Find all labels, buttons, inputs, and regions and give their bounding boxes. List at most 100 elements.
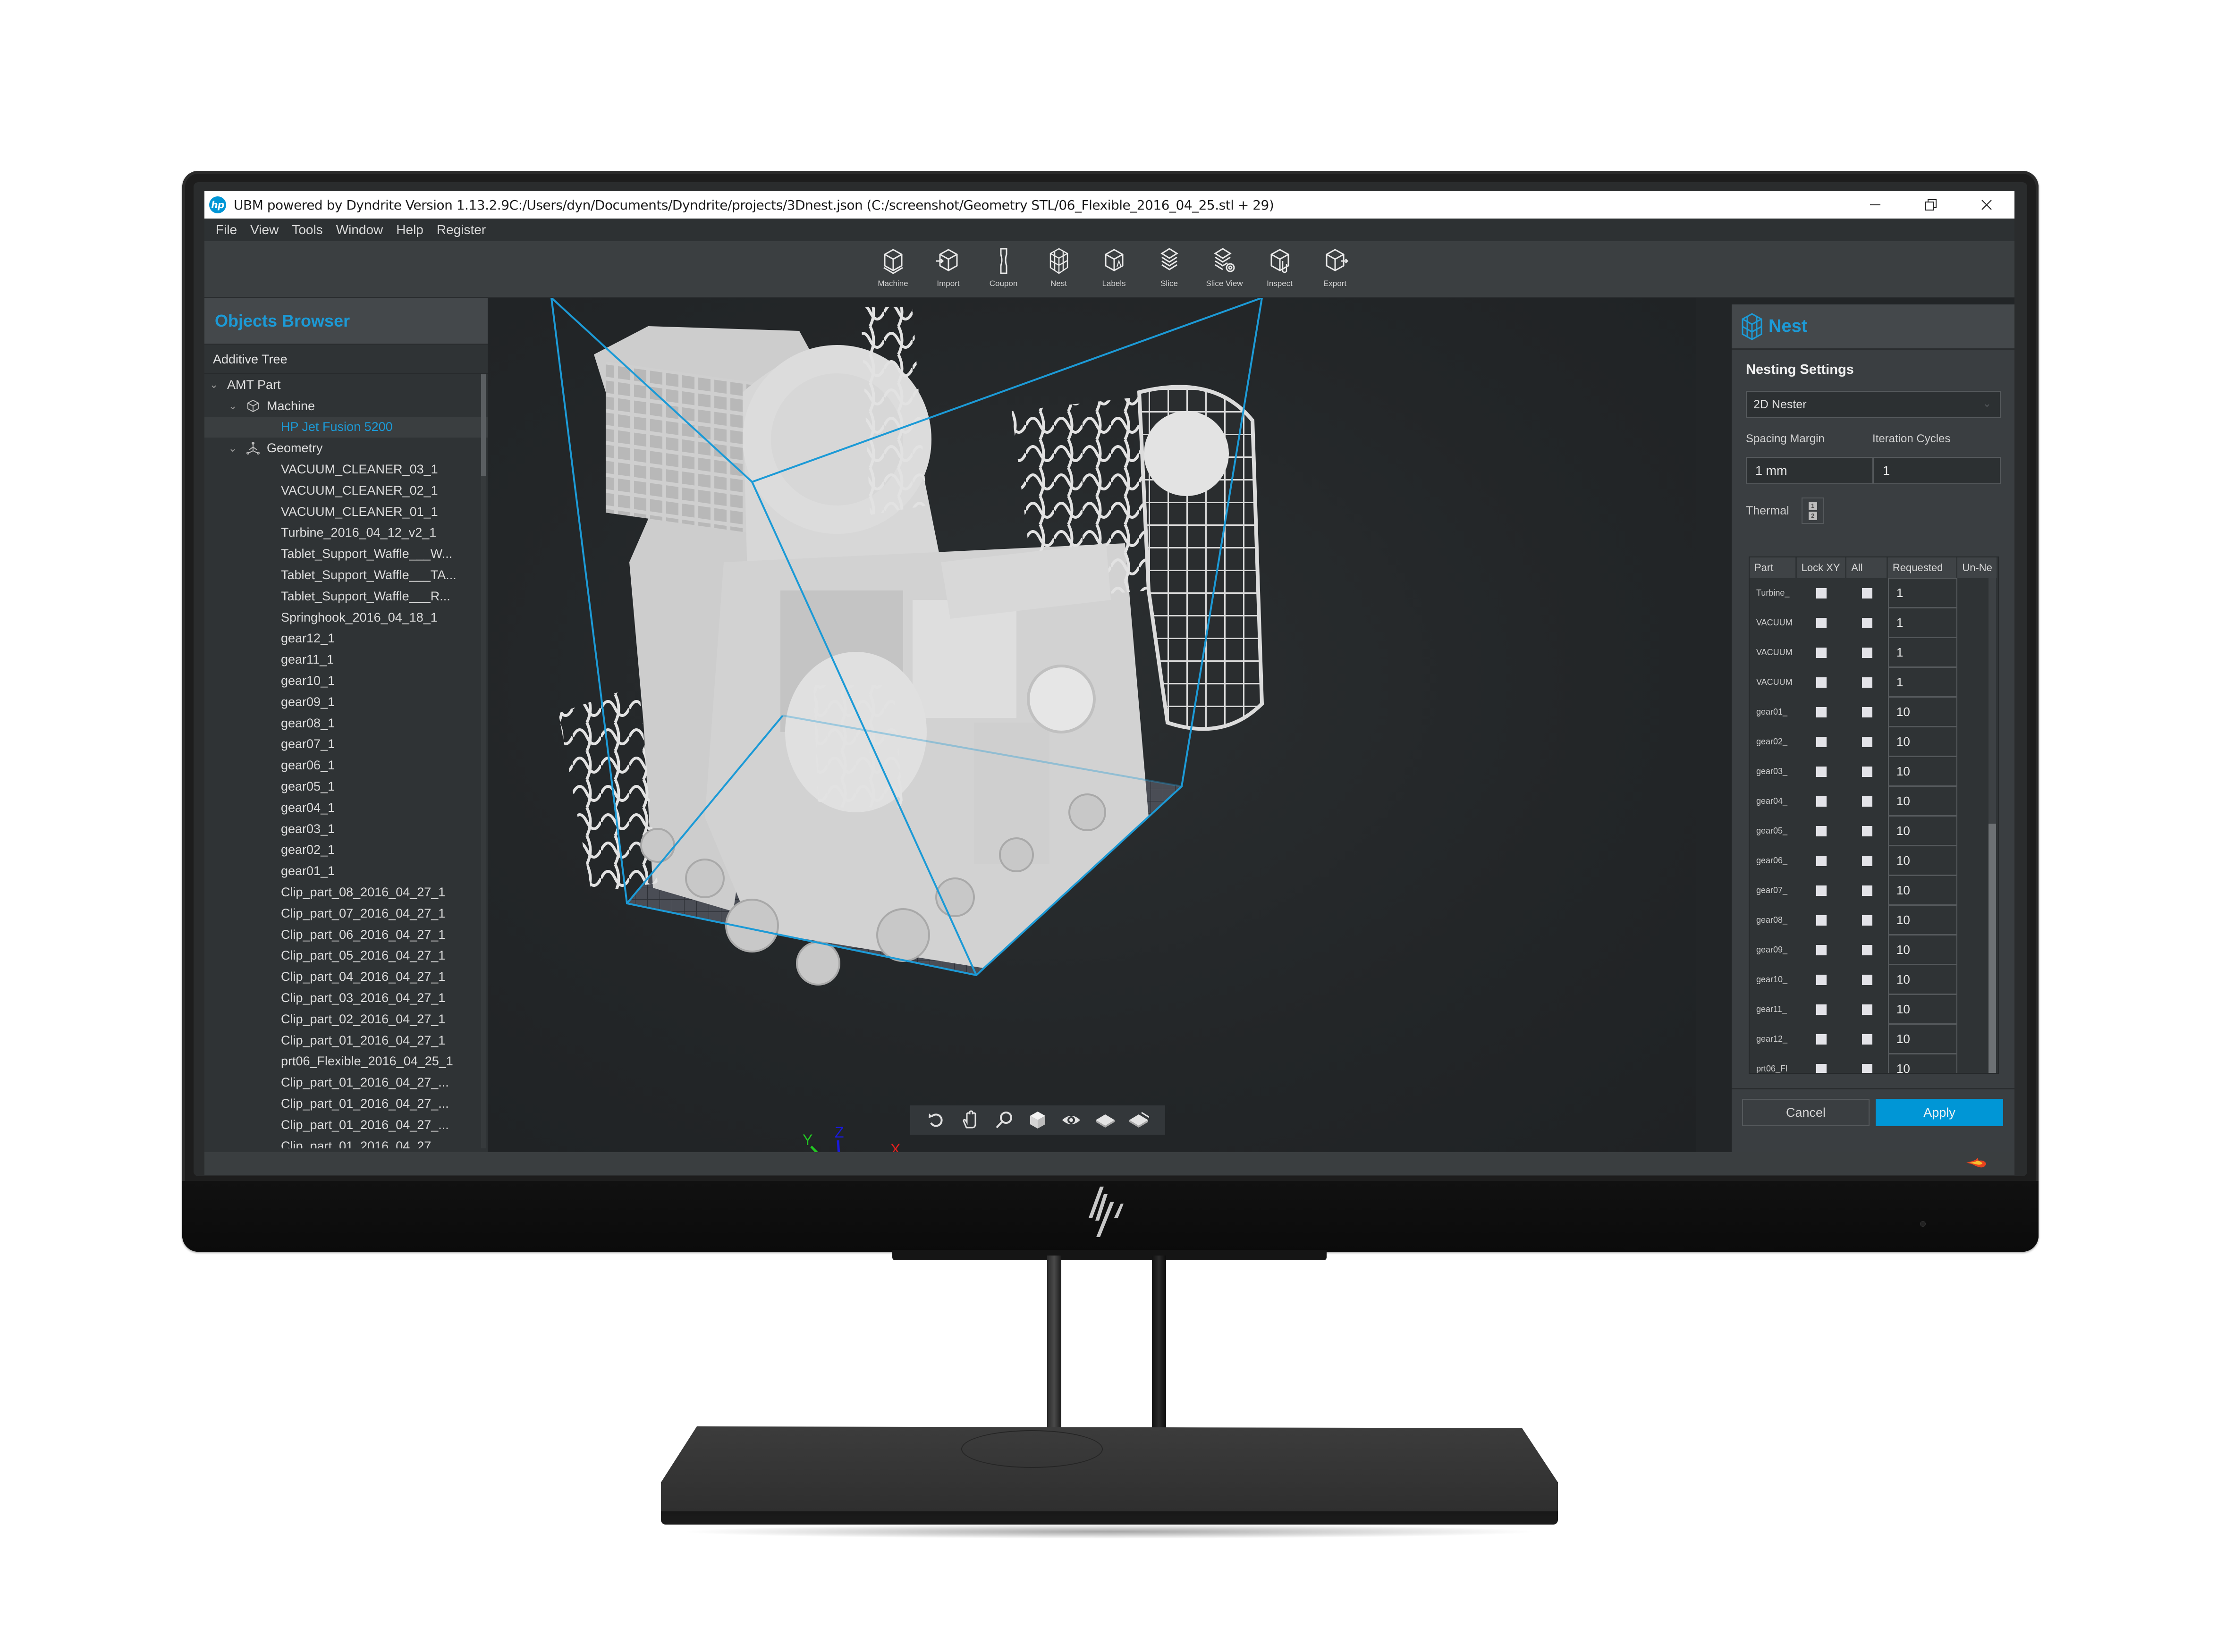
tree-item-geometry-part[interactable]: Clip_part_01_2016_04_27_... [204, 1114, 488, 1136]
lock-xy-checkbox[interactable] [1816, 796, 1827, 807]
tree-item-geometry-part[interactable]: Clip_part_06_2016_04_27_1 [204, 924, 488, 945]
all-checkbox[interactable] [1862, 826, 1873, 836]
restore-button[interactable] [1903, 191, 1959, 219]
menu-register[interactable]: Register [437, 222, 486, 237]
tree-item-geometry-part[interactable]: Clip_part_04_2016_04_27_1 [204, 966, 488, 987]
zoom-button[interactable] [991, 1108, 1017, 1132]
apply-button[interactable]: Apply [1876, 1099, 2003, 1126]
column-requested[interactable]: Requested [1888, 557, 1958, 578]
tree-item-geometry[interactable]: ⌄ Geometry [204, 438, 488, 459]
lock-xy-checkbox[interactable] [1816, 677, 1827, 688]
tree-item-geometry-part[interactable]: gear05_1 [204, 776, 488, 797]
tree-item-geometry-part[interactable]: Clip_part_01_2016_04_27_... [204, 1072, 488, 1093]
column-part[interactable]: Part [1750, 557, 1797, 578]
column-lock-xy[interactable]: Lock XY [1797, 557, 1847, 578]
all-checkbox[interactable] [1862, 974, 1873, 985]
tree-item-geometry-part[interactable]: prt06_Flexible_2016_04_25_1 [204, 1051, 488, 1072]
tree-item-geometry-part[interactable]: VACUUM_CLEANER_01_1 [204, 501, 488, 523]
lock-xy-checkbox[interactable] [1816, 974, 1827, 985]
build-plate-button[interactable] [1092, 1108, 1118, 1132]
tree-item-geometry-part[interactable]: Clip_part_02_2016_04_27_1 [204, 1009, 488, 1030]
tree-item-geometry-part[interactable]: Tablet_Support_Waffle___W... [204, 543, 488, 565]
tree-item-geometry-part[interactable]: gear07_1 [204, 734, 488, 755]
requested-input[interactable]: 10 [1887, 935, 1958, 965]
toolbar-coupon-button[interactable]: Coupon [976, 246, 1031, 288]
requested-input[interactable]: 1 [1887, 578, 1958, 608]
all-checkbox[interactable] [1862, 885, 1873, 896]
all-checkbox[interactable] [1862, 1063, 1873, 1073]
toolbar-inspect-button[interactable]: Inspect [1252, 246, 1307, 288]
tree-item-geometry-part[interactable]: Clip_part_01_2016_04_27_... [204, 1136, 488, 1148]
thermal-toggle-button[interactable]: 1 2 [1801, 497, 1824, 524]
requested-input[interactable]: 10 [1887, 876, 1958, 905]
lock-xy-checkbox[interactable] [1816, 826, 1827, 836]
tree-item-geometry-part[interactable]: gear09_1 [204, 691, 488, 713]
requested-input[interactable]: 10 [1887, 697, 1958, 727]
cube-view-button[interactable] [1024, 1108, 1051, 1132]
nester-select[interactable]: 2D Nester ⌄ [1746, 391, 2001, 418]
menu-file[interactable]: File [216, 222, 237, 237]
tree-item-geometry-part[interactable]: Tablet_Support_Waffle___R... [204, 586, 488, 607]
all-checkbox[interactable] [1862, 736, 1873, 747]
all-checkbox[interactable] [1862, 915, 1873, 926]
table-scrollbar[interactable] [1989, 578, 1996, 1073]
menu-window[interactable]: Window [336, 222, 383, 237]
rotate-button[interactable] [923, 1108, 950, 1132]
build-plate-layers-button[interactable] [1125, 1108, 1152, 1132]
requested-input[interactable]: 10 [1887, 757, 1958, 786]
tree-item-geometry-part[interactable]: gear08_1 [204, 713, 488, 734]
lock-xy-checkbox[interactable] [1816, 885, 1827, 896]
tree-item-geometry-part[interactable]: Clip_part_08_2016_04_27_1 [204, 882, 488, 903]
lock-xy-checkbox[interactable] [1816, 915, 1827, 926]
tree-scrollbar-thumb[interactable] [481, 374, 486, 476]
minimize-button[interactable] [1847, 191, 1903, 219]
lock-xy-checkbox[interactable] [1816, 707, 1827, 717]
menu-view[interactable]: View [250, 222, 279, 237]
tree-item-machine-selected[interactable]: HP Jet Fusion 5200 [204, 416, 488, 438]
pan-button[interactable] [957, 1108, 983, 1132]
tree-item-geometry-part[interactable]: gear12_1 [204, 628, 488, 649]
requested-input[interactable]: 1 [1887, 638, 1958, 667]
tree-item-machine[interactable]: ⌄ Machine [204, 396, 488, 417]
all-checkbox[interactable] [1862, 944, 1873, 955]
toolbar-labels-button[interactable]: Labels [1086, 246, 1142, 288]
tree-item-geometry-part[interactable]: Clip_part_01_2016_04_27_1 [204, 1030, 488, 1051]
requested-input[interactable]: 1 [1887, 667, 1958, 697]
3d-scene[interactable] [488, 298, 1696, 1152]
all-checkbox[interactable] [1862, 766, 1873, 777]
table-scrollbar-thumb[interactable] [1989, 824, 1996, 1073]
toolbar-machine-button[interactable]: Machine [865, 246, 921, 288]
lock-xy-checkbox[interactable] [1816, 1063, 1827, 1073]
all-checkbox[interactable] [1862, 855, 1873, 866]
column-all[interactable]: All [1846, 557, 1888, 578]
lock-xy-checkbox[interactable] [1816, 647, 1827, 658]
lock-xy-checkbox[interactable] [1816, 855, 1827, 866]
menu-tools[interactable]: Tools [292, 222, 322, 237]
tree-item-geometry-part[interactable]: Clip_part_01_2016_04_27_... [204, 1093, 488, 1114]
menu-help[interactable]: Help [396, 222, 423, 237]
all-checkbox[interactable] [1862, 796, 1873, 807]
cancel-button[interactable]: Cancel [1742, 1099, 1870, 1126]
toolbar-slice-button[interactable]: Slice [1142, 246, 1197, 288]
chevron-down-icon[interactable]: ⌄ [228, 400, 237, 412]
tree-item-geometry-part[interactable]: gear01_1 [204, 860, 488, 882]
requested-input[interactable]: 1 [1887, 608, 1958, 638]
tree-item-geometry-part[interactable]: gear02_1 [204, 840, 488, 861]
all-checkbox[interactable] [1862, 647, 1873, 658]
toolbar-import-button[interactable]: Import [921, 246, 976, 288]
tree-item-geometry-part[interactable]: Clip_part_03_2016_04_27_1 [204, 987, 488, 1009]
requested-input[interactable]: 10 [1887, 965, 1958, 995]
requested-input[interactable]: 10 [1887, 816, 1958, 846]
spacing-margin-input[interactable]: 1 mm [1746, 457, 1873, 484]
toolbar-slice-view-button[interactable]: Slice View [1197, 246, 1252, 288]
lock-xy-checkbox[interactable] [1816, 944, 1827, 955]
tree-item-geometry-part[interactable]: gear06_1 [204, 755, 488, 776]
requested-input[interactable]: 10 [1887, 786, 1958, 816]
column-un-nested[interactable]: Un-Ne [1957, 557, 1998, 578]
all-checkbox[interactable] [1862, 707, 1873, 717]
lock-xy-checkbox[interactable] [1816, 736, 1827, 747]
requested-input[interactable]: 10 [1887, 846, 1958, 876]
all-checkbox[interactable] [1862, 617, 1873, 628]
lock-xy-checkbox[interactable] [1816, 1034, 1827, 1045]
tree-item-geometry-part[interactable]: gear03_1 [204, 818, 488, 840]
